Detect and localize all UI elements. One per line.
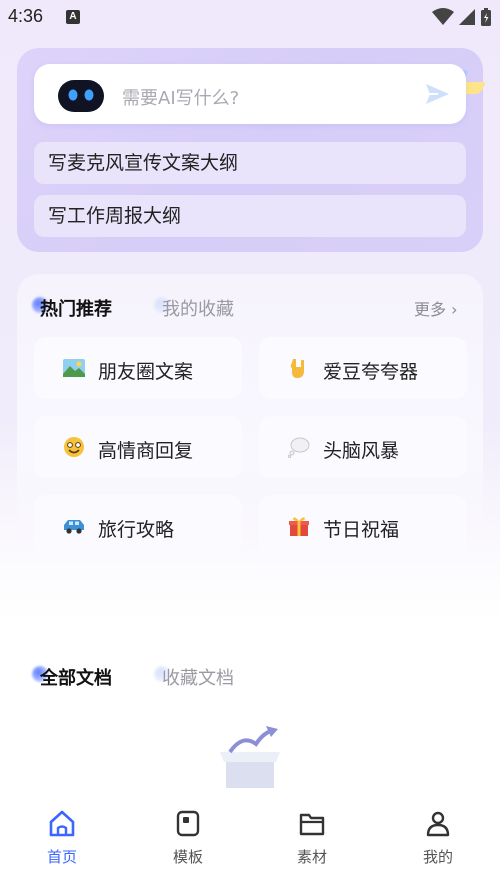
tab-hot-recommend[interactable]: 热门推荐 xyxy=(32,295,112,321)
signal-icon xyxy=(459,9,475,25)
landscape-photo-icon xyxy=(63,359,85,377)
battery-icon xyxy=(481,8,491,26)
tab-favorite-documents[interactable]: 收藏文档 xyxy=(154,664,234,690)
ai-prompt-input[interactable]: 需要AI写什么? xyxy=(34,64,466,124)
folder-icon xyxy=(299,813,325,836)
wifi-icon xyxy=(432,8,454,25)
ai-input-placeholder: 需要AI写什么? xyxy=(122,88,240,109)
tab-my-favorites[interactable]: 我的收藏 xyxy=(154,295,234,321)
suggestion-chip[interactable]: 写工作周报大纲 xyxy=(34,195,466,237)
status-bar: 4:36 A xyxy=(0,0,500,34)
rock-hand-icon xyxy=(290,359,304,378)
nav-materials[interactable]: 素材 xyxy=(272,808,352,867)
empty-box-illustration-icon xyxy=(220,726,280,788)
tile-moments-copy[interactable]: 朋友圈文案 xyxy=(34,337,242,399)
tile-brainstorm[interactable]: 头脑风暴 xyxy=(259,416,467,478)
tile-idol-praise[interactable]: 爱豆夸夸器 xyxy=(259,337,467,399)
home-icon xyxy=(49,810,75,837)
more-link[interactable]: 更多 › xyxy=(414,296,458,320)
nav-mine[interactable]: 我的 xyxy=(398,808,478,867)
send-icon[interactable] xyxy=(424,82,450,106)
robot-mascot-icon xyxy=(54,77,108,114)
car-icon xyxy=(64,520,84,534)
gift-icon xyxy=(289,517,309,536)
thought-bubble-icon xyxy=(287,437,310,458)
status-icons xyxy=(432,7,492,27)
smile-emoji-icon xyxy=(64,437,84,457)
bottom-navigation: 首页 模板 素材 我的 xyxy=(0,800,500,888)
nav-home[interactable]: 首页 xyxy=(22,808,102,867)
person-icon xyxy=(426,811,450,837)
tile-holiday-wishes[interactable]: 节日祝福 xyxy=(259,495,467,557)
tile-travel-guide[interactable]: 旅行攻略 xyxy=(34,495,242,557)
notification-badge-icon: A xyxy=(66,10,80,24)
template-icon xyxy=(176,810,200,837)
suggestion-chip[interactable]: 写麦克风宣传文案大纲 xyxy=(34,142,466,184)
tab-all-documents[interactable]: 全部文档 xyxy=(32,664,112,690)
tile-smart-reply[interactable]: 高情商回复 xyxy=(34,416,242,478)
status-time: 4:36 xyxy=(8,6,44,26)
nav-templates[interactable]: 模板 xyxy=(148,808,228,867)
